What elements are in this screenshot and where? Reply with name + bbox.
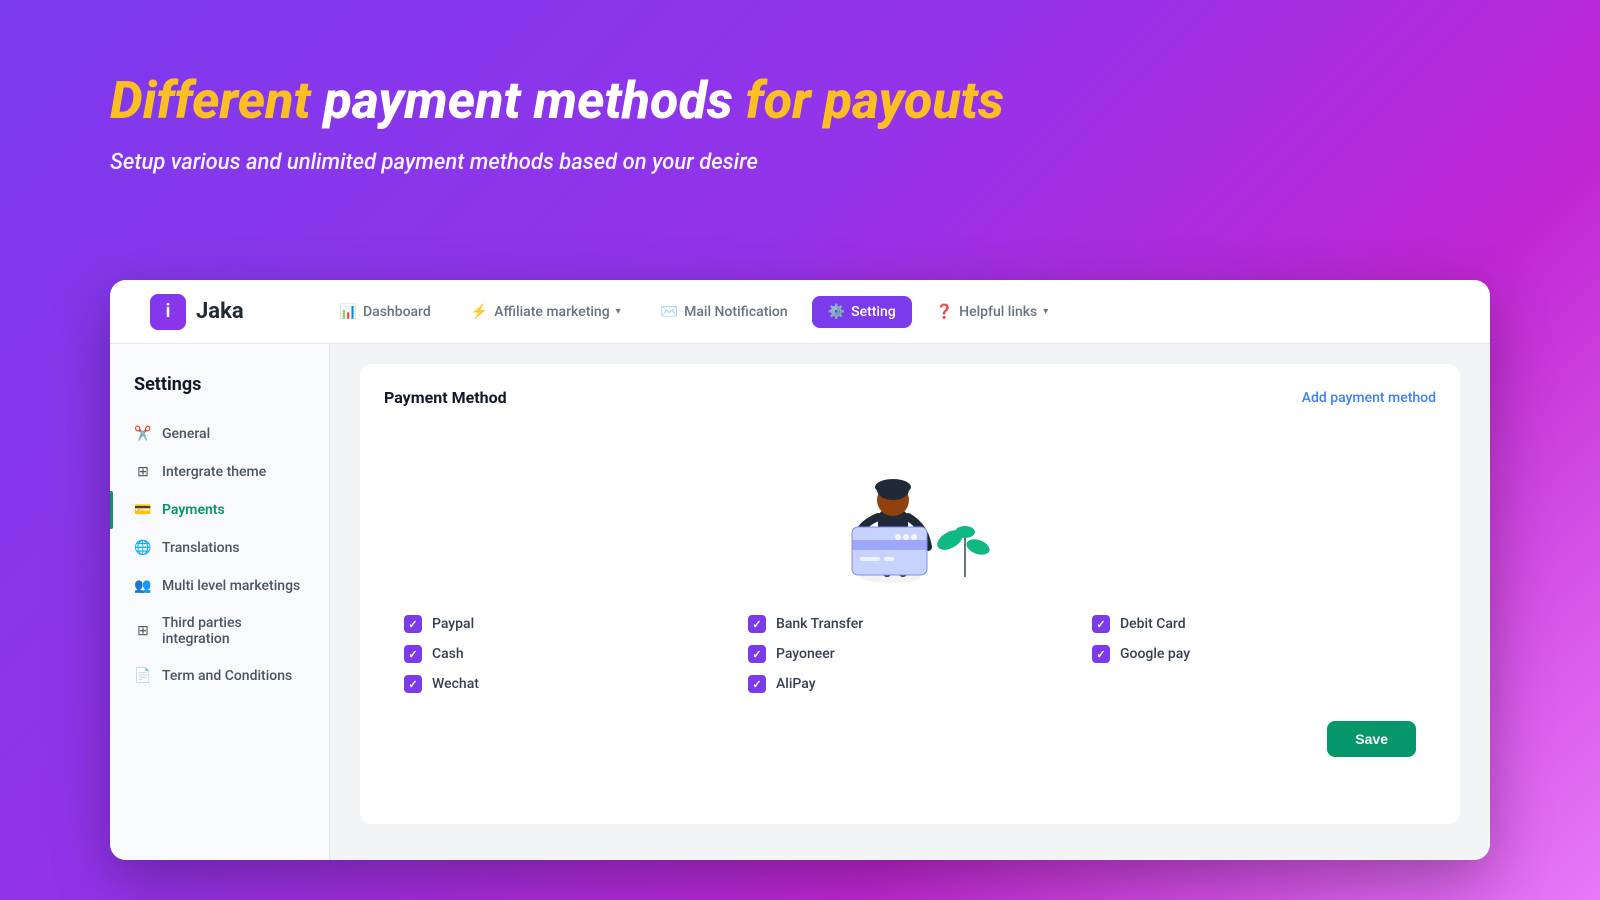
sidebar: Settings ✂️ General ⊞ Intergrate theme 💳… [110, 344, 330, 860]
logo[interactable]: i Jaka [150, 294, 244, 330]
payments-icon: 💳 [134, 501, 152, 519]
nav-dashboard[interactable]: 📊 Dashboard [324, 296, 447, 328]
bank-label: Bank Transfer [776, 616, 863, 632]
logo-text: Jaka [196, 299, 244, 324]
payment-option-googlepay[interactable]: Google pay [1092, 645, 1416, 663]
sidebar-menu: ✂️ General ⊞ Intergrate theme 💳 Payments… [110, 415, 329, 695]
nav-helpful[interactable]: ❓ Helpful links ▾ [920, 296, 1065, 328]
translations-icon: 🌐 [134, 539, 152, 557]
paypal-checkbox[interactable] [404, 615, 422, 633]
sidebar-label-multilevel: Multi level marketings [162, 578, 300, 594]
paypal-label: Paypal [432, 616, 474, 632]
payment-card: Payment Method Add payment method [360, 364, 1460, 824]
sidebar-item-payments[interactable]: 💳 Payments [110, 491, 329, 529]
navbar: i Jaka 📊 Dashboard ⚡ Affiliate marketing… [110, 280, 1490, 344]
helpful-icon: ❓ [936, 304, 953, 320]
mail-icon: ✉️ [661, 304, 678, 320]
payment-option-paypal[interactable]: Paypal [404, 615, 728, 633]
setting-icon: ⚙️ [828, 304, 845, 320]
hero-title-payment: payment methods [324, 70, 746, 131]
save-btn-row: Save [384, 721, 1436, 757]
nav-affiliate-label: Affiliate marketing [494, 304, 609, 320]
general-icon: ✂️ [134, 425, 152, 443]
sidebar-item-multilevel[interactable]: 👥 Multi level marketings [110, 567, 329, 605]
affiliate-icon: ⚡ [471, 304, 488, 320]
googlepay-checkbox[interactable] [1092, 645, 1110, 663]
save-button[interactable]: Save [1327, 721, 1416, 757]
affiliate-chevron: ▾ [616, 306, 621, 317]
thirdparty-icon: ⊞ [134, 622, 152, 640]
integrate-icon: ⊞ [134, 463, 152, 481]
payment-option-debit[interactable]: Debit Card [1092, 615, 1416, 633]
nav-mail-label: Mail Notification [684, 304, 788, 320]
payment-option-bank[interactable]: Bank Transfer [748, 615, 1072, 633]
payment-option-wechat[interactable]: Wechat [404, 675, 728, 693]
sidebar-item-terms[interactable]: 📄 Term and Conditions [110, 657, 329, 695]
sidebar-label-translations: Translations [162, 540, 240, 556]
wechat-label: Wechat [432, 676, 479, 692]
hero-title-for: for payouts [746, 70, 1004, 131]
payment-options: Paypal Bank Transfer Debit Card Cash [384, 615, 1436, 693]
payment-method-title: Payment Method [384, 388, 507, 407]
bank-checkbox[interactable] [748, 615, 766, 633]
alipay-checkbox[interactable] [748, 675, 766, 693]
helpful-chevron: ▾ [1043, 306, 1048, 317]
sidebar-label-terms: Term and Conditions [162, 668, 292, 684]
illustration-svg [810, 432, 1010, 587]
logo-icon: i [150, 294, 186, 330]
payment-header: Payment Method Add payment method [384, 388, 1436, 407]
sidebar-label-general: General [162, 426, 210, 442]
googlepay-label: Google pay [1120, 646, 1190, 662]
hero-section: Different payment methods for payouts Se… [0, 0, 1600, 175]
sidebar-label-thirdparty: Third parties integration [162, 615, 305, 647]
sidebar-label-integrate: Intergrate theme [162, 464, 266, 480]
nav-items: 📊 Dashboard ⚡ Affiliate marketing ▾ ✉️ M… [324, 296, 1450, 328]
cash-label: Cash [432, 646, 464, 662]
payment-option-alipay[interactable]: AliPay [748, 675, 1072, 693]
sidebar-item-translations[interactable]: 🌐 Translations [110, 529, 329, 567]
payment-option-cash[interactable]: Cash [404, 645, 728, 663]
nav-helpful-label: Helpful links [959, 304, 1037, 320]
alipay-label: AliPay [776, 676, 816, 692]
debit-label: Debit Card [1120, 616, 1186, 632]
multilevel-icon: 👥 [134, 577, 152, 595]
payment-illustration [384, 427, 1436, 587]
hero-subtitle: Setup various and unlimited payment meth… [110, 150, 1600, 175]
add-payment-link[interactable]: Add payment method [1302, 390, 1436, 406]
nav-affiliate[interactable]: ⚡ Affiliate marketing ▾ [455, 296, 637, 328]
sidebar-label-payments: Payments [162, 502, 225, 518]
debit-checkbox[interactable] [1092, 615, 1110, 633]
sidebar-item-integrate[interactable]: ⊞ Intergrate theme [110, 453, 329, 491]
app-window: i Jaka 📊 Dashboard ⚡ Affiliate marketing… [110, 280, 1490, 860]
sidebar-item-thirdparty[interactable]: ⊞ Third parties integration [110, 605, 329, 657]
nav-setting-label: Setting [851, 304, 896, 320]
terms-icon: 📄 [134, 667, 152, 685]
payment-option-payoneer[interactable]: Payoneer [748, 645, 1072, 663]
payoneer-checkbox[interactable] [748, 645, 766, 663]
sidebar-item-general[interactable]: ✂️ General [110, 415, 329, 453]
nav-setting[interactable]: ⚙️ Setting [812, 296, 912, 328]
dashboard-icon: 📊 [340, 304, 357, 320]
wechat-checkbox[interactable] [404, 675, 422, 693]
hero-title: Different payment methods for payouts [110, 70, 1600, 132]
cash-checkbox[interactable] [404, 645, 422, 663]
hero-title-different: Different [110, 70, 311, 131]
nav-dashboard-label: Dashboard [363, 304, 431, 320]
payoneer-label: Payoneer [776, 646, 835, 662]
sidebar-title: Settings [110, 374, 329, 415]
nav-mail[interactable]: ✉️ Mail Notification [645, 296, 804, 328]
main-content: Settings ✂️ General ⊞ Intergrate theme 💳… [110, 344, 1490, 860]
content-area: Payment Method Add payment method [330, 344, 1490, 860]
